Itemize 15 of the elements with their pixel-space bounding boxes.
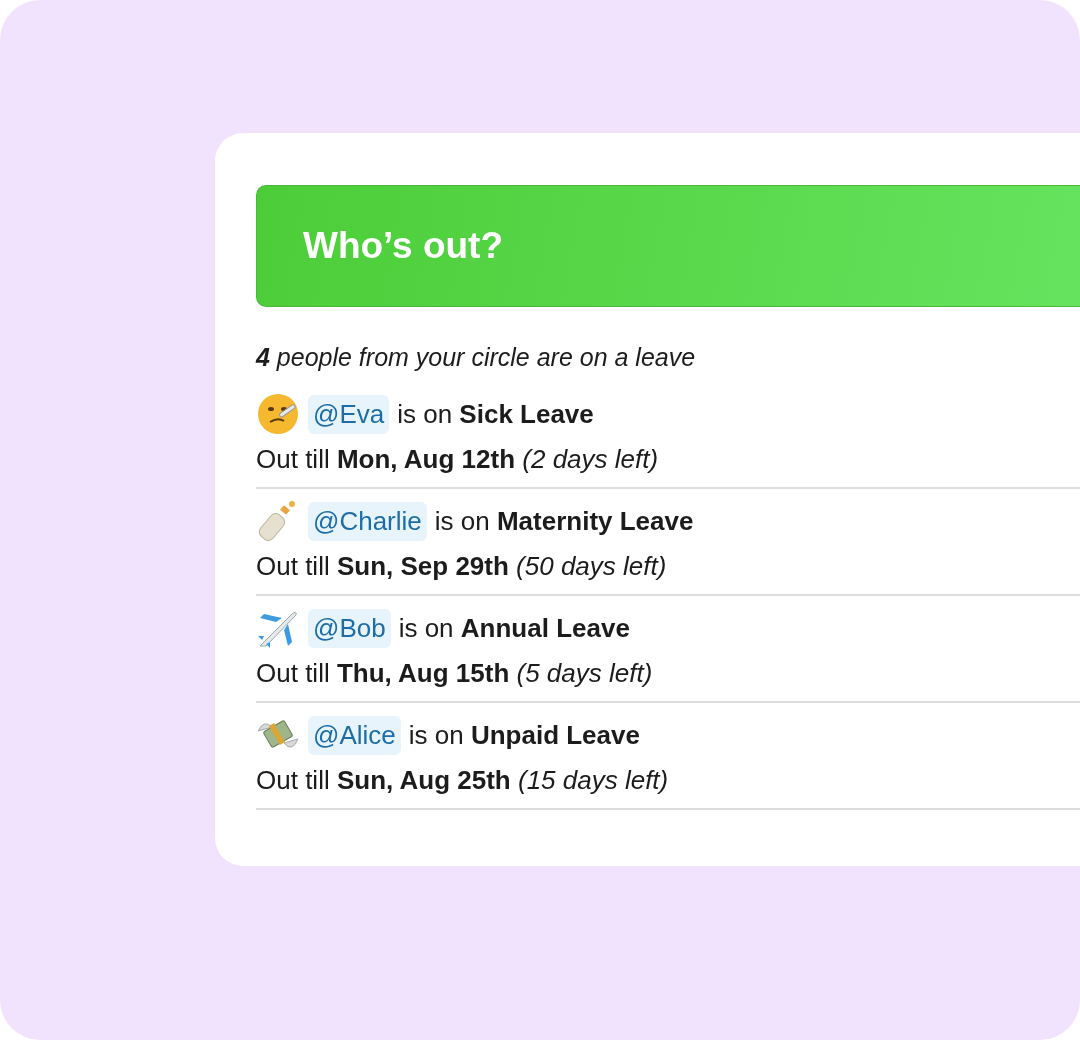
return-date-text: Out till Mon, Aug 12th (2 days left) bbox=[256, 444, 659, 475]
header-title: Who’s out? bbox=[303, 225, 503, 267]
leave-type-text: is on Unpaid Leave bbox=[408, 719, 640, 751]
leave-type-text: is on Annual Leave bbox=[398, 612, 630, 644]
return-date-text: Out till Sun, Sep 29th (50 days left) bbox=[256, 551, 667, 582]
user-mention[interactable]: @Eva bbox=[308, 394, 390, 434]
sick-face-icon bbox=[256, 392, 300, 436]
return-date-text: Out till Sun, Aug 25th (15 days left) bbox=[256, 765, 669, 796]
summary-text: 4 people from your circle are on a leave bbox=[256, 343, 697, 372]
user-mention[interactable]: @Charlie bbox=[308, 501, 427, 541]
user-mention[interactable]: @Bob bbox=[308, 608, 391, 648]
return-date-text: Out till Thu, Aug 15th (5 days left) bbox=[256, 658, 653, 689]
leave-type-text: is on Sick Leave bbox=[397, 398, 594, 430]
user-mention[interactable]: @Alice bbox=[308, 715, 401, 755]
leave-type-text: is on Maternity Leave bbox=[434, 505, 694, 537]
